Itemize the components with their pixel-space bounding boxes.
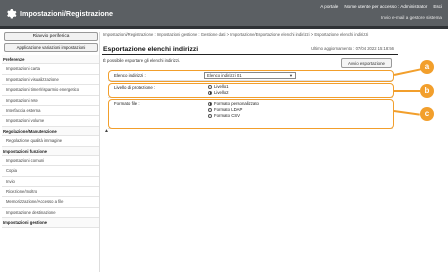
sidebar-section: Preferenze bbox=[2, 55, 99, 65]
email-admin-link[interactable]: Invio e-mail a gestore sistema bbox=[381, 15, 442, 20]
sidebar-item[interactable]: Impostazioni comuni bbox=[2, 156, 99, 167]
logout-link[interactable]: Esci bbox=[433, 4, 442, 9]
callout-badge-b: b bbox=[420, 84, 434, 98]
sidebar-item[interactable]: Copia bbox=[2, 166, 99, 177]
sidebar-item[interactable]: Interfaccia esterna bbox=[2, 106, 99, 117]
gear-icon bbox=[7, 9, 17, 19]
callout-badge-c: c bbox=[420, 107, 434, 121]
portal-link[interactable]: A portale bbox=[320, 4, 338, 9]
scroll-top-icon[interactable]: ▲ bbox=[104, 128, 109, 134]
restart-device-button[interactable]: Riavvio periferica bbox=[4, 32, 98, 41]
sidebar-item[interactable]: Impostazioni timer/risparmio energetico bbox=[2, 85, 99, 96]
sidebar-item[interactable]: Invio bbox=[2, 177, 99, 188]
sidebar-menu: Preferenze Impostazioni carta Impostazioni… bbox=[2, 55, 99, 228]
sidebar-item[interactable]: Impostazione destinazione bbox=[2, 208, 99, 219]
callout-highlight-b bbox=[108, 83, 394, 98]
sidebar-item[interactable]: Ricezione/Inoltro bbox=[2, 187, 99, 198]
main-content: Impostazioni/Registrazione : Impostazion… bbox=[102, 32, 442, 272]
sidebar-section: Impostazioni gestione bbox=[2, 218, 99, 228]
sidebar-item[interactable]: Impostazioni volume bbox=[2, 116, 99, 127]
start-export-button[interactable]: Avvio esportazione bbox=[341, 58, 392, 68]
callout-badge-a: a bbox=[420, 60, 434, 74]
sidebar-section: Regolazione/Manutenzione bbox=[2, 126, 99, 137]
breadcrumb: Impostazioni/Registrazione : Impostazion… bbox=[103, 32, 369, 37]
callout-highlight-a bbox=[108, 70, 394, 82]
sidebar-item[interactable]: Impostazioni rete bbox=[2, 96, 99, 106]
sidebar-item[interactable]: Impostazioni visualizzazione bbox=[2, 75, 99, 86]
last-update-text: Ultimo aggiornamento : 07/04 2022 15:18:… bbox=[311, 46, 394, 51]
login-user-name: Nome utente per accesso : Administrator bbox=[344, 4, 428, 9]
callout-highlight-c bbox=[108, 99, 394, 129]
callout-connector-b bbox=[394, 90, 420, 92]
intro-text: È possibile esportare gli elenchi indiri… bbox=[103, 58, 181, 63]
sidebar-item[interactable]: Impostazioni carta bbox=[2, 64, 99, 75]
app-header: Impostazioni/Registrazione A portale Nom… bbox=[0, 0, 448, 29]
sidebar-item[interactable]: Memorizzazione/Accesso a file bbox=[2, 197, 99, 208]
apply-settings-button[interactable]: Applicazione variazioni impostazioni bbox=[4, 43, 98, 52]
page-title: Esportazione elenchi indirizzi bbox=[103, 46, 199, 53]
top-nav: A portale Nome utente per accesso : Admi… bbox=[320, 4, 442, 9]
app-title: Impostazioni/Registrazione bbox=[20, 9, 114, 18]
sidebar-item[interactable]: Regolazione qualità immagine bbox=[2, 136, 99, 147]
sidebar: Riavvio periferica Applicazione variazio… bbox=[2, 32, 100, 272]
title-divider bbox=[102, 54, 398, 55]
sidebar-section: Impostazioni funzione bbox=[2, 146, 99, 156]
